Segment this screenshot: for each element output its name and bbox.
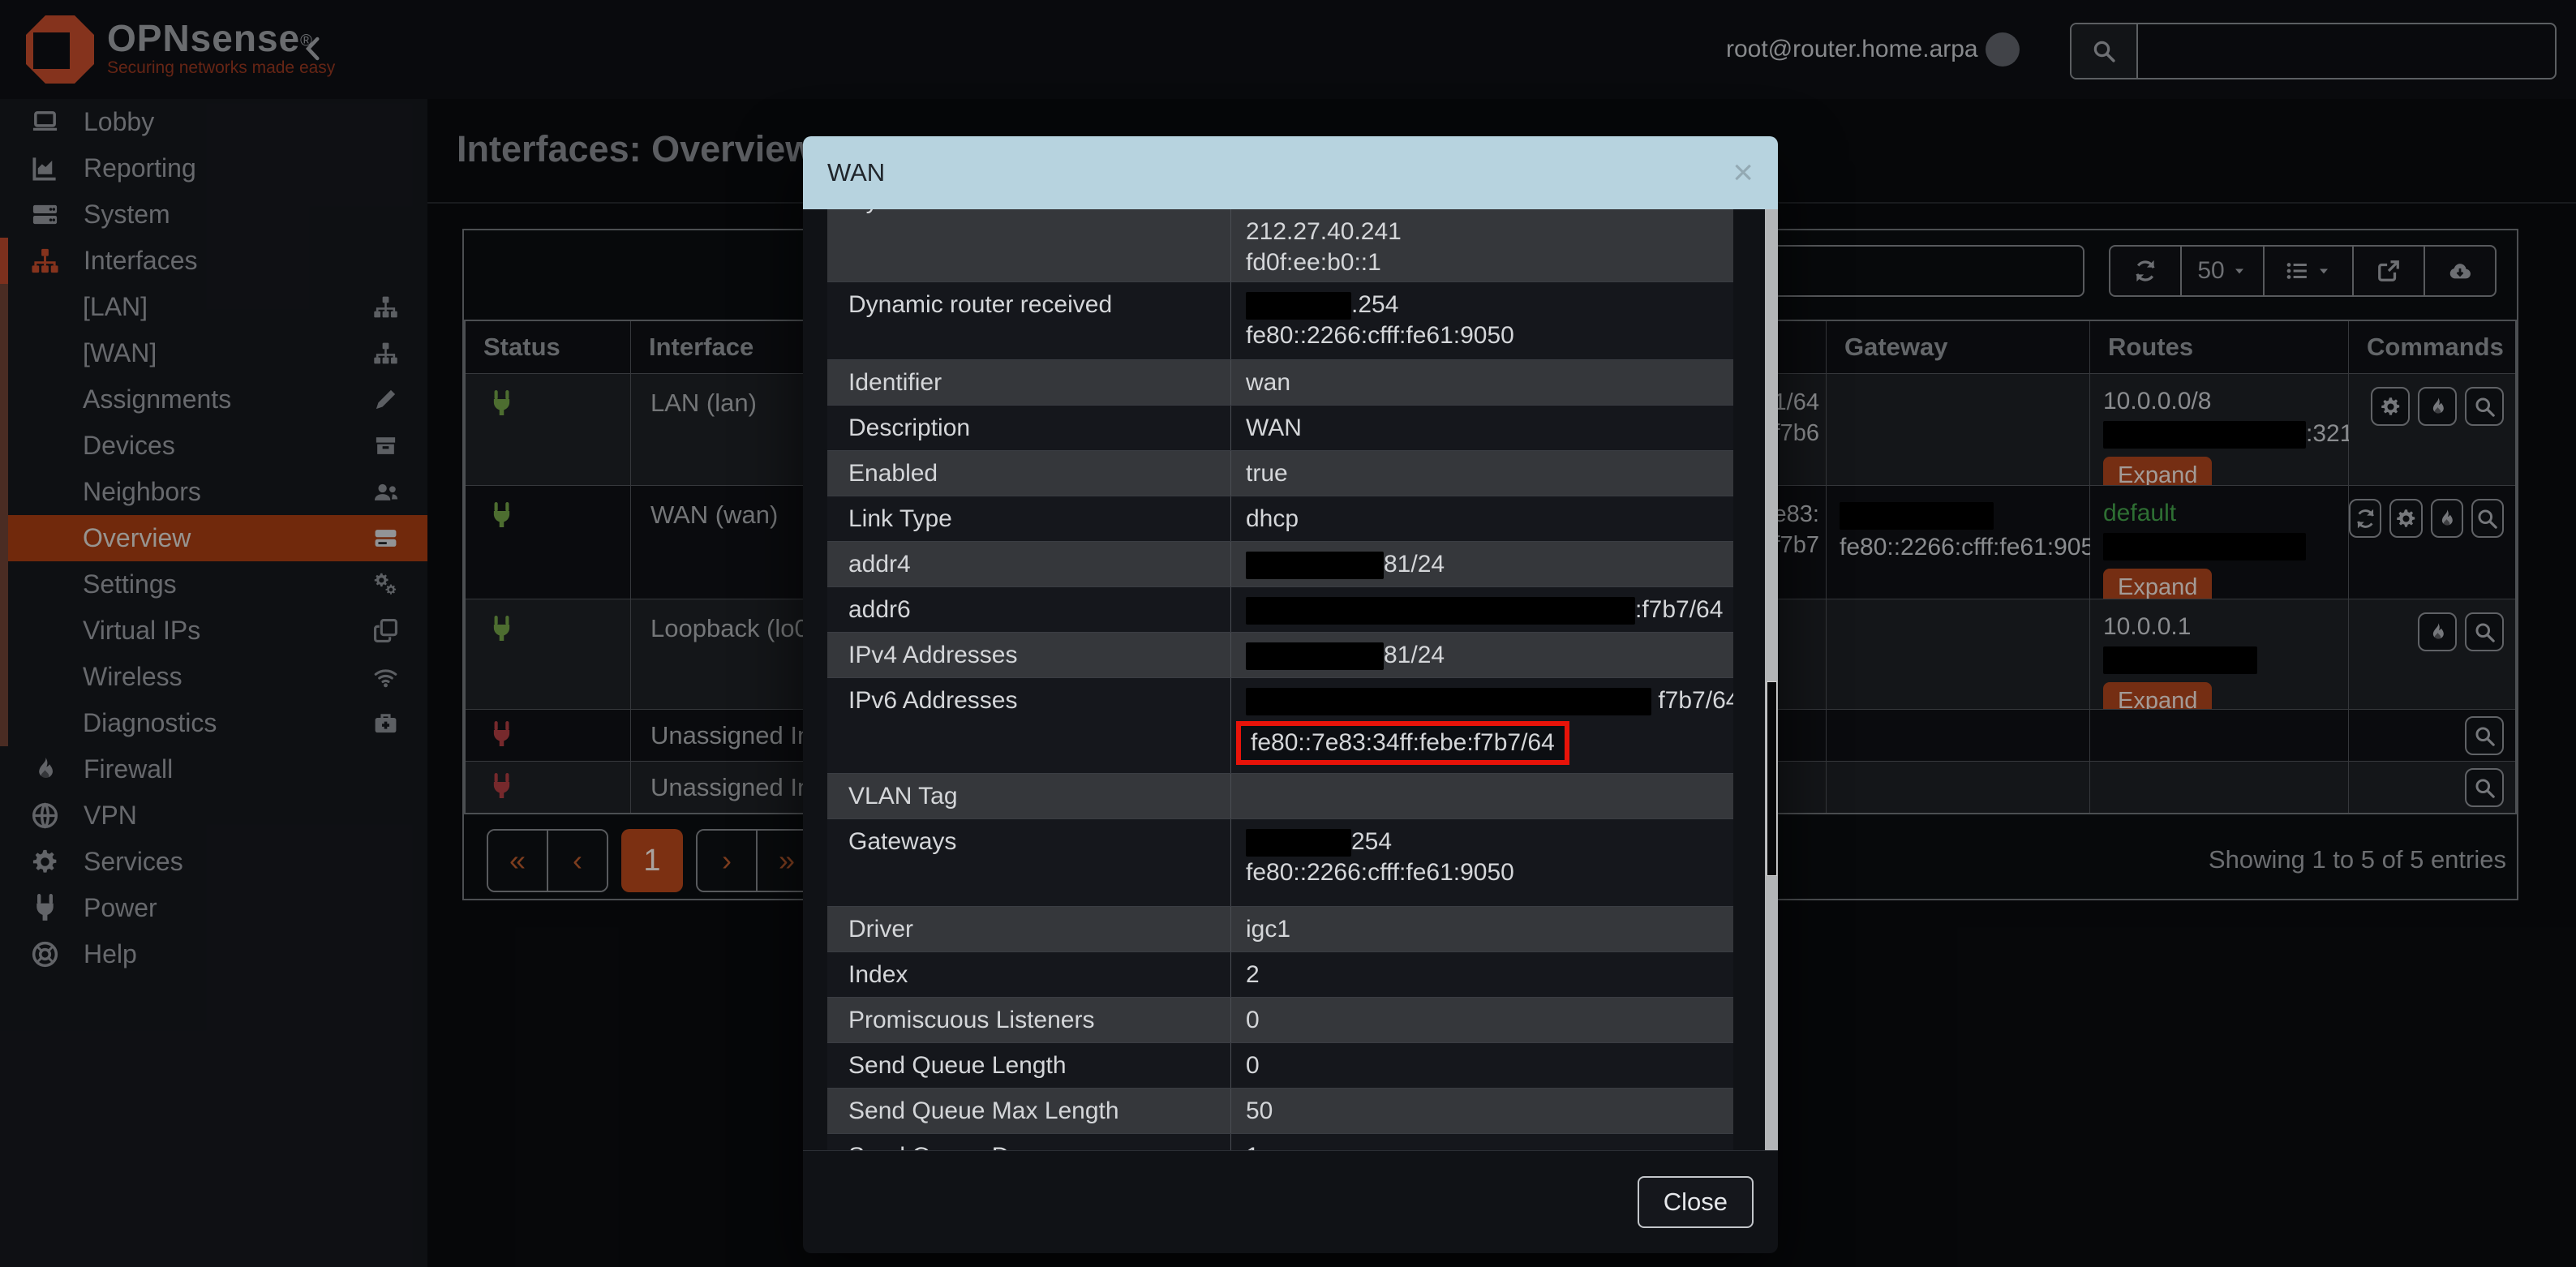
modal-scrollbar[interactable] bbox=[1765, 209, 1778, 1150]
detail-value: 81/24 bbox=[1230, 542, 1733, 586]
detail-row: IPv6 Addresses f7b7/64 fe80::7e83:34ff:f… bbox=[827, 678, 1733, 774]
detail-row: Driverigc1 bbox=[827, 907, 1733, 952]
opnsense-screen: OPNsense® Securing networks made easy ro… bbox=[0, 0, 2576, 1267]
value-suffix: 81/24 bbox=[1384, 642, 1445, 668]
value-suffix: :f7b7/64 bbox=[1635, 596, 1723, 623]
detail-row: VLAN Tag bbox=[827, 774, 1733, 819]
detail-label: VLAN Tag bbox=[827, 774, 1230, 818]
detail-row: Identifierwan bbox=[827, 360, 1733, 406]
detail-label: Dynamic nameserver received bbox=[827, 209, 1230, 281]
detail-row: Send Queue Length0 bbox=[827, 1043, 1733, 1089]
detail-label: addr4 bbox=[827, 542, 1230, 586]
detail-label: Gateways bbox=[827, 819, 1230, 906]
value-suffix: 81/24 bbox=[1384, 551, 1445, 578]
value-line: 212.27.40.240 bbox=[1246, 209, 1733, 217]
value-line: fe80::2266:cfff:fe61:9050 bbox=[1246, 320, 1733, 351]
scrollbar-thumb[interactable] bbox=[1767, 681, 1777, 876]
detail-value: WAN bbox=[1230, 406, 1733, 450]
detail-row: Enabledtrue bbox=[827, 451, 1733, 496]
detail-row: Promiscuous Listeners0 bbox=[827, 998, 1733, 1043]
detail-value: true bbox=[1230, 451, 1733, 496]
modal-header: WAN × bbox=[803, 136, 1778, 209]
detail-row: DescriptionWAN bbox=[827, 406, 1733, 451]
detail-value: :f7b7/64 bbox=[1230, 587, 1733, 632]
detail-value: 0 bbox=[1230, 998, 1733, 1042]
clipped-row: Dynamic nameserver received 212.27.40.24… bbox=[827, 209, 1733, 282]
detail-value: 254 fe80::2266:cfff:fe61:9050 bbox=[1230, 819, 1733, 906]
detail-label: IPv4 Addresses bbox=[827, 633, 1230, 677]
detail-row: Dynamic router received .254 fe80::2266:… bbox=[827, 282, 1733, 360]
clipped-row: Send Queue Drops1 bbox=[827, 1134, 1733, 1150]
modal-body: Dynamic nameserver received 212.27.40.24… bbox=[803, 209, 1778, 1150]
value-line: fd0f:ee:b0::1 bbox=[1246, 247, 1733, 278]
highlighted-ipv6-value: fe80::7e83:34ff:febe:f7b7/64 bbox=[1236, 721, 1569, 765]
detail-value: dhcp bbox=[1230, 496, 1733, 541]
detail-label: Index bbox=[827, 952, 1230, 997]
detail-row: Index2 bbox=[827, 952, 1733, 998]
detail-value: 2 bbox=[1230, 952, 1733, 997]
detail-row: Send Queue Drops1 bbox=[827, 1134, 1733, 1150]
redacted-value bbox=[1246, 552, 1384, 579]
redacted-value bbox=[1246, 292, 1351, 320]
detail-label: Link Type bbox=[827, 496, 1230, 541]
detail-value: igc1 bbox=[1230, 907, 1733, 951]
modal-footer: Close bbox=[803, 1150, 1778, 1253]
redacted-value bbox=[1246, 688, 1651, 715]
detail-label: Send Queue Drops bbox=[827, 1134, 1230, 1150]
detail-label: Dynamic router received bbox=[827, 282, 1230, 359]
detail-label: Send Queue Max Length bbox=[827, 1089, 1230, 1133]
close-icon[interactable]: × bbox=[1732, 155, 1754, 191]
detail-label: Promiscuous Listeners bbox=[827, 998, 1230, 1042]
detail-label: Identifier bbox=[827, 360, 1230, 405]
detail-label: addr6 bbox=[827, 587, 1230, 632]
modal-detail-table: Dynamic nameserver received 212.27.40.24… bbox=[827, 209, 1733, 1150]
detail-value: f7b7/64 fe80::7e83:34ff:febe:f7b7/64 bbox=[1230, 678, 1733, 773]
detail-label: Enabled bbox=[827, 451, 1230, 496]
detail-value bbox=[1230, 774, 1733, 818]
detail-row: addr6 :f7b7/64 bbox=[827, 587, 1733, 633]
detail-value: 81/24 bbox=[1230, 633, 1733, 677]
detail-row: IPv4 Addresses 81/24 bbox=[827, 633, 1733, 678]
value-suffix: .254 bbox=[1351, 291, 1398, 318]
detail-label: Send Queue Length bbox=[827, 1043, 1230, 1088]
wan-details-modal: WAN × Dynamic nameserver received 212.27… bbox=[803, 136, 1778, 1253]
detail-value: 1 bbox=[1230, 1134, 1733, 1150]
detail-row: Gateways 254 fe80::2266:cfff:fe61:9050 bbox=[827, 819, 1733, 907]
detail-value: 50 bbox=[1230, 1089, 1733, 1133]
modal-title: WAN bbox=[827, 158, 1732, 187]
detail-row: Link Typedhcp bbox=[827, 496, 1733, 542]
redacted-value bbox=[1246, 829, 1351, 857]
detail-value: wan bbox=[1230, 360, 1733, 405]
redacted-value bbox=[1246, 597, 1635, 625]
detail-row: Dynamic nameserver received 212.27.40.24… bbox=[827, 209, 1733, 282]
value-line: 212.27.40.241 bbox=[1246, 217, 1733, 247]
value-line: fe80::2266:cfff:fe61:9050 bbox=[1246, 857, 1733, 888]
close-button[interactable]: Close bbox=[1638, 1176, 1754, 1228]
value-suffix: 254 bbox=[1351, 828, 1392, 855]
detail-label: IPv6 Addresses bbox=[827, 678, 1230, 773]
detail-value: .254 fe80::2266:cfff:fe61:9050 bbox=[1230, 282, 1733, 359]
value-suffix: f7b7/64 bbox=[1658, 687, 1733, 714]
detail-row: addr4 81/24 bbox=[827, 542, 1733, 587]
detail-label: Description bbox=[827, 406, 1230, 450]
redacted-value bbox=[1246, 642, 1384, 670]
detail-row: Send Queue Max Length50 bbox=[827, 1089, 1733, 1134]
detail-value: 212.27.40.240 212.27.40.241 fd0f:ee:b0::… bbox=[1230, 209, 1733, 281]
detail-value: 0 bbox=[1230, 1043, 1733, 1088]
detail-label: Driver bbox=[827, 907, 1230, 951]
